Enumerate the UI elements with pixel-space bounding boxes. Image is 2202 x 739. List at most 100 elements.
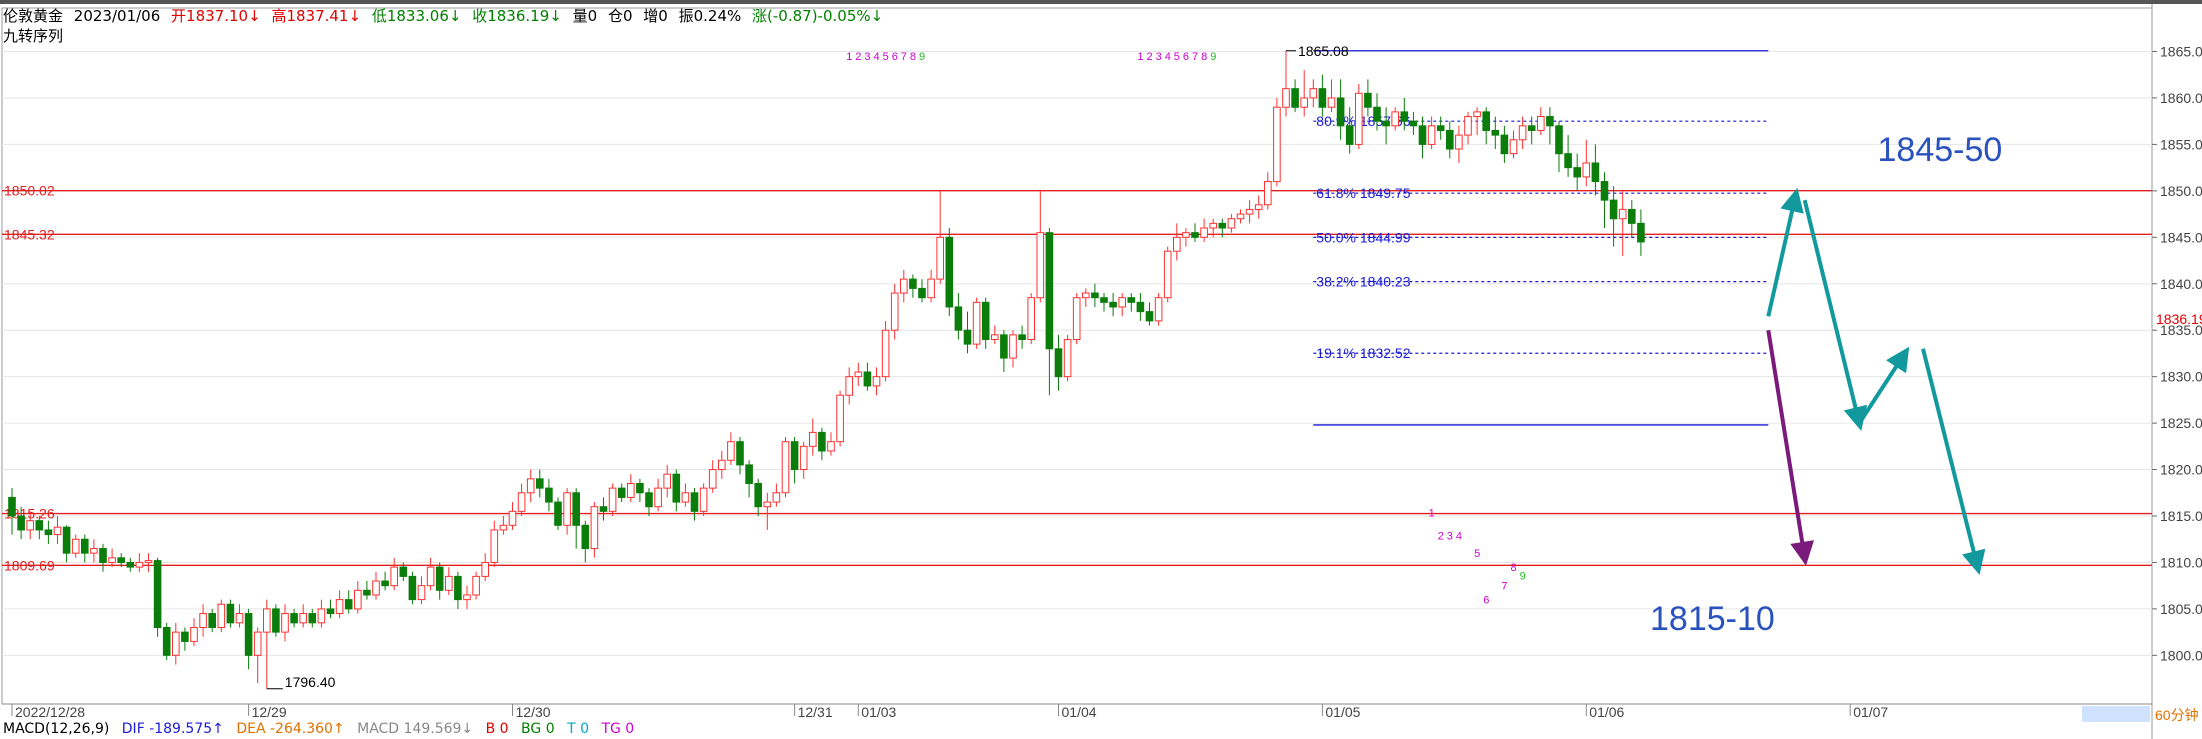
candle-body[interactable] bbox=[854, 371, 863, 378]
candle-body[interactable] bbox=[754, 482, 763, 508]
candle-body[interactable] bbox=[872, 376, 881, 387]
candle-body[interactable] bbox=[991, 334, 999, 340]
candle-body[interactable] bbox=[1355, 92, 1363, 145]
candle-body[interactable] bbox=[909, 278, 917, 289]
candle-body[interactable] bbox=[1291, 88, 1299, 108]
candle-body[interactable] bbox=[426, 566, 435, 587]
candle-body[interactable] bbox=[1009, 334, 1017, 359]
candle-body[interactable] bbox=[17, 515, 25, 531]
candle-body[interactable] bbox=[126, 561, 135, 568]
candle-body[interactable] bbox=[1373, 106, 1381, 122]
candle-body[interactable] bbox=[1136, 301, 1145, 313]
candle-body[interactable] bbox=[627, 482, 635, 498]
candle-body[interactable] bbox=[1537, 116, 1545, 131]
candle-body[interactable] bbox=[1436, 125, 1445, 131]
candle-body[interactable] bbox=[1509, 139, 1518, 155]
candle-body[interactable] bbox=[253, 631, 262, 656]
candle-body[interactable] bbox=[809, 431, 817, 447]
candle-body[interactable] bbox=[836, 394, 844, 443]
candle-body[interactable] bbox=[1045, 232, 1054, 350]
candle-body[interactable] bbox=[1564, 153, 1572, 169]
candle-body[interactable] bbox=[1427, 125, 1436, 145]
candle-body[interactable] bbox=[1464, 116, 1472, 136]
candle-body[interactable] bbox=[781, 441, 790, 494]
candle-body[interactable] bbox=[545, 487, 553, 503]
candle-body[interactable] bbox=[417, 585, 426, 601]
candle-body[interactable] bbox=[1227, 218, 1236, 229]
candle-body[interactable] bbox=[845, 376, 854, 396]
candle-body[interactable] bbox=[1628, 208, 1636, 224]
candle-body[interactable] bbox=[435, 566, 444, 591]
candle-body[interactable] bbox=[745, 464, 753, 484]
candle-body[interactable] bbox=[354, 589, 362, 610]
candle-body[interactable] bbox=[308, 613, 317, 624]
candle-body[interactable] bbox=[399, 566, 408, 577]
candle-body[interactable] bbox=[1482, 111, 1491, 131]
candle-body[interactable] bbox=[617, 487, 626, 498]
candle-body[interactable] bbox=[1018, 334, 1026, 340]
candle-body[interactable] bbox=[299, 613, 307, 624]
candle-body[interactable] bbox=[1091, 292, 1099, 299]
candle-body[interactable] bbox=[144, 560, 153, 563]
candle-body[interactable] bbox=[1618, 208, 1627, 220]
candle-body[interactable] bbox=[217, 603, 226, 628]
candle-body[interactable] bbox=[1154, 297, 1163, 322]
candle-body[interactable] bbox=[1209, 222, 1218, 229]
candle-body[interactable] bbox=[1491, 129, 1500, 136]
candle-body[interactable] bbox=[108, 557, 116, 563]
candle-body[interactable] bbox=[153, 560, 162, 628]
candle-body[interactable] bbox=[181, 631, 189, 642]
candle-body[interactable] bbox=[454, 575, 462, 601]
candle-body[interactable] bbox=[1218, 222, 1227, 229]
candle-body[interactable] bbox=[1600, 181, 1609, 201]
candle-body[interactable] bbox=[599, 506, 608, 512]
candle-body[interactable] bbox=[718, 459, 726, 471]
candle-body[interactable] bbox=[490, 529, 499, 563]
candle-body[interactable] bbox=[1072, 297, 1081, 340]
candle-body[interactable] bbox=[326, 608, 335, 615]
candle-body[interactable] bbox=[344, 599, 353, 610]
candle-body[interactable] bbox=[71, 538, 80, 554]
candle-body[interactable] bbox=[390, 566, 398, 587]
candle-body[interactable] bbox=[1318, 88, 1327, 108]
candle-body[interactable] bbox=[190, 626, 198, 642]
candle-body[interactable] bbox=[1264, 181, 1272, 206]
candle-body[interactable] bbox=[317, 608, 326, 624]
candle-body[interactable] bbox=[972, 301, 981, 345]
candle-body[interactable] bbox=[1400, 111, 1409, 122]
candle-body[interactable] bbox=[918, 287, 926, 299]
candle-body[interactable] bbox=[90, 548, 98, 554]
candle-body[interactable] bbox=[263, 608, 271, 633]
candle-body[interactable] bbox=[1637, 222, 1645, 243]
candle-body[interactable] bbox=[135, 561, 144, 568]
candle-body[interactable] bbox=[35, 520, 44, 531]
candle-body[interactable] bbox=[1254, 204, 1263, 210]
candle-body[interactable] bbox=[199, 613, 207, 628]
candle-body[interactable] bbox=[1391, 111, 1400, 127]
candle-body[interactable] bbox=[699, 487, 708, 512]
candle-body[interactable] bbox=[1518, 125, 1527, 141]
candle-body[interactable] bbox=[1336, 97, 1345, 127]
candle-body[interactable] bbox=[1127, 297, 1136, 303]
candle-body[interactable] bbox=[508, 510, 517, 526]
candle-body[interactable] bbox=[1446, 129, 1454, 150]
candle-body[interactable] bbox=[1409, 120, 1418, 127]
candle-body[interactable] bbox=[1609, 199, 1618, 220]
candle-body[interactable] bbox=[372, 580, 380, 596]
candle-body[interactable] bbox=[1182, 232, 1190, 238]
candle-body[interactable] bbox=[1455, 134, 1463, 150]
candle-body[interactable] bbox=[99, 548, 107, 563]
candle-body[interactable] bbox=[172, 631, 180, 656]
candle-body[interactable] bbox=[863, 371, 872, 387]
candle-body[interactable] bbox=[281, 613, 289, 633]
candle-body[interactable] bbox=[235, 613, 244, 624]
candle-body[interactable] bbox=[1273, 106, 1281, 183]
candle-body[interactable] bbox=[936, 236, 945, 280]
candle-body[interactable] bbox=[1582, 162, 1591, 178]
candle-body[interactable] bbox=[272, 608, 280, 633]
candle-body[interactable] bbox=[900, 278, 908, 294]
candle-body[interactable] bbox=[881, 329, 890, 378]
candle-body[interactable] bbox=[226, 603, 235, 624]
candle-body[interactable] bbox=[636, 482, 644, 494]
candle-body[interactable] bbox=[554, 501, 562, 526]
